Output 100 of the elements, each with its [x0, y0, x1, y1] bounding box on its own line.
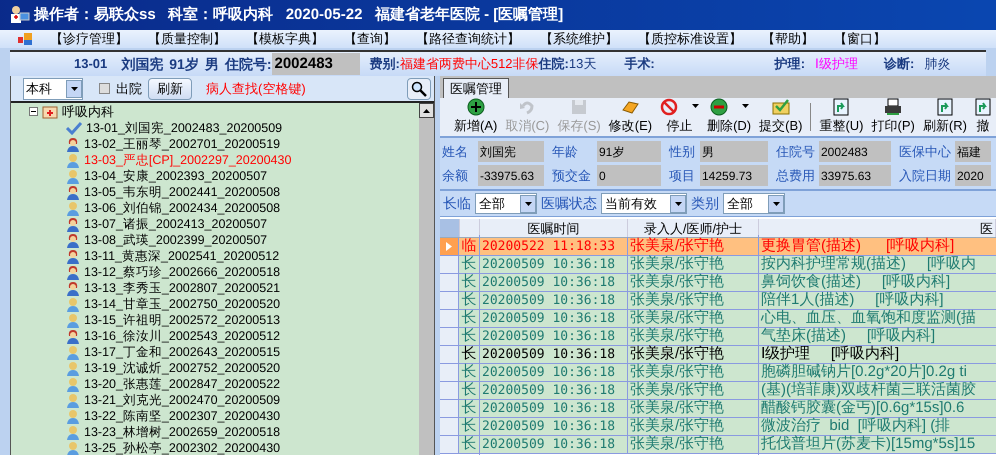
female-patient-icon — [66, 328, 80, 344]
scrollbar[interactable] — [419, 103, 434, 455]
tab[interactable]: 医嘱管理 — [443, 78, 509, 98]
female-patient-icon — [66, 280, 80, 296]
field-label: 诊断: — [884, 55, 914, 74]
male-patient-icon — [66, 344, 80, 360]
patient-node[interactable]: 13-16_徐汝川_2002543_20200512 — [84, 326, 280, 346]
table-cell-text: 托伐普坦片(苏麦卡)[15mg*5s]15 — [760, 434, 976, 454]
column-header[interactable]: 录入人/医师/护士 — [628, 219, 759, 237]
female-patient-icon — [66, 248, 80, 264]
menu-item[interactable]: 【系统维护】 — [540, 29, 618, 49]
patient-node[interactable]: 13-19_沈诚炘_2002752_20200520 — [84, 358, 280, 378]
refresh-button[interactable]: 刷新 — [148, 78, 192, 100]
patient-node[interactable]: 13-15_许祖明_2002572_20200513 — [84, 310, 280, 330]
info-field: 33975.63 — [819, 165, 891, 186]
filter-select[interactable]: 当前有效 — [601, 193, 687, 214]
female-patient-icon — [66, 216, 80, 232]
field-label: 年龄 — [551, 142, 579, 161]
patient-node[interactable]: 13-01_刘国宪_2002483_20200509 — [86, 118, 282, 138]
info-field: 14259.73 — [700, 165, 768, 186]
toolbar-button[interactable]: 停止 — [660, 98, 700, 136]
table-cell-text: 陪伴1人(描述) [呼吸内科] — [760, 290, 944, 309]
plus-icon — [466, 98, 485, 116]
menu-item[interactable]: 【诊疗管理】 — [50, 29, 128, 49]
patient-node[interactable]: 13-17_丁金和_2002643_20200515 — [84, 342, 280, 362]
patient-node[interactable]: 13-20_张惠莲_2002847_20200522 — [84, 374, 280, 394]
patient-node[interactable]: 13-21_刘克光_2002470_20200509 — [84, 390, 280, 410]
female-patient-icon — [66, 264, 80, 280]
male-patient-icon — [66, 408, 80, 424]
menu-item[interactable]: 【查询】 — [344, 29, 396, 49]
table-cell-text: 按内科护理常规(描述) [呼吸内 — [760, 254, 976, 274]
patient-node[interactable]: 13-14_甘章玉_2002750_20200520 — [84, 294, 280, 314]
patient-node[interactable]: 13-07_诸振_2002413_20200507 — [84, 214, 268, 234]
toolbar-button[interactable]: 新增(A) — [454, 98, 498, 136]
info-field: 2020 — [955, 165, 991, 186]
toolbar-button[interactable]: 删除(D) — [707, 98, 752, 136]
menu-item[interactable]: 【路径查询统计】 — [416, 29, 520, 49]
app-menu-icon[interactable] — [18, 33, 32, 45]
patient-node[interactable]: 13-04_安康_2002393_20200507 — [84, 166, 268, 186]
department-node[interactable]: 呼吸内科 — [62, 103, 114, 122]
patient-node[interactable]: 13-23_林增树_2002659_20200518 — [84, 422, 280, 442]
menu-item[interactable]: 【窗口】 — [834, 29, 886, 49]
toolbar-button[interactable]: 刷新(R) — [922, 98, 967, 136]
toolbar-button[interactable]: 撤 — [974, 98, 991, 136]
field-label: 项目 — [668, 166, 696, 185]
doctor-computer-icon — [10, 5, 30, 25]
search-button[interactable] — [407, 78, 431, 100]
male-patient-icon — [66, 440, 80, 455]
patient-node[interactable]: 13-25_孙松亭_2002302_20200430 — [84, 438, 280, 455]
male-patient-icon — [66, 392, 80, 408]
printer-icon — [884, 98, 902, 116]
table-cell-text: 醋酸钙胶囊(金丐)[0.6g*15s]0.6 — [760, 398, 964, 418]
field-label: 余额 — [441, 166, 469, 185]
filter-select[interactable]: 全部 — [723, 193, 785, 214]
filter-select[interactable]: 全部 — [475, 193, 537, 214]
caret-icon[interactable] — [742, 104, 749, 108]
field-label: 费别: — [370, 55, 400, 74]
toolbar-button[interactable]: 修改(E) — [608, 98, 652, 136]
patient-node[interactable]: 13-05_韦东明_2002441_20200508 — [84, 182, 280, 202]
table-cell: 20200509 10:36:18 — [480, 434, 628, 454]
column-header[interactable]: 医 — [759, 219, 996, 237]
menu-item[interactable]: 【质控标准设置】 — [638, 29, 742, 49]
field-label: 住院号 — [775, 142, 816, 161]
female-patient-icon — [66, 232, 80, 248]
column-header[interactable]: 医嘱时间 — [480, 219, 628, 237]
scroll-up-icon[interactable] — [423, 108, 430, 112]
info-field: 2002483 — [819, 141, 891, 162]
info-field: 91岁 — [597, 141, 661, 162]
collapse-toggle[interactable] — [29, 107, 38, 116]
field-label: 护理: — [774, 55, 806, 74]
info-field: 男 — [700, 141, 768, 162]
menu-item[interactable]: 【模板字典】 — [246, 29, 324, 49]
menu-item[interactable]: 【帮助】 — [762, 29, 814, 49]
caret-icon[interactable] — [692, 104, 700, 108]
male-patient-icon — [66, 152, 80, 168]
patient-node[interactable]: 13-22_陈南坚_2002307_20200430 — [84, 406, 280, 426]
diagnosis: 肺炎 — [924, 55, 950, 74]
toolbar-button[interactable]: 提交(B) — [759, 98, 802, 136]
patient-node[interactable]: 13-13_李秀玉_2002807_20200521 — [84, 278, 280, 298]
patient-node[interactable]: 13-12_蔡巧珍_2002666_20200518 — [84, 262, 280, 282]
female-patient-icon — [66, 184, 80, 200]
info-field: -33975.63 — [478, 165, 544, 186]
info-field: 0 — [597, 165, 661, 186]
menu-item[interactable]: 【质量控制】 — [148, 29, 226, 49]
department-select[interactable]: 本科 — [23, 78, 83, 100]
male-patient-icon — [66, 376, 80, 392]
bed-number: 13-01 — [74, 55, 108, 74]
patient-node[interactable]: 13-06_刘伯锦_2002434_20200508 — [84, 198, 280, 218]
table-cell-text: 鼻饲饮食(描述) [呼吸内科] — [760, 272, 950, 292]
patient-node[interactable]: 13-11_黄惠深_2002541_20200512 — [84, 246, 280, 266]
field-label: 住院: — [538, 55, 569, 74]
toolbar-button[interactable]: 打印(P) — [872, 98, 915, 136]
patient-node[interactable]: 13-08_武瑛_2002399_20200507 — [84, 230, 268, 250]
patient-node[interactable]: 13-02_王丽琴_2002701_20200519 — [84, 134, 280, 154]
male-patient-icon — [66, 360, 80, 376]
stop-icon — [660, 98, 678, 116]
minus-icon — [710, 98, 728, 116]
female-patient-icon — [66, 136, 80, 152]
discharged-checkbox[interactable] — [99, 83, 110, 94]
toolbar-button[interactable]: 重整(U) — [819, 98, 864, 136]
